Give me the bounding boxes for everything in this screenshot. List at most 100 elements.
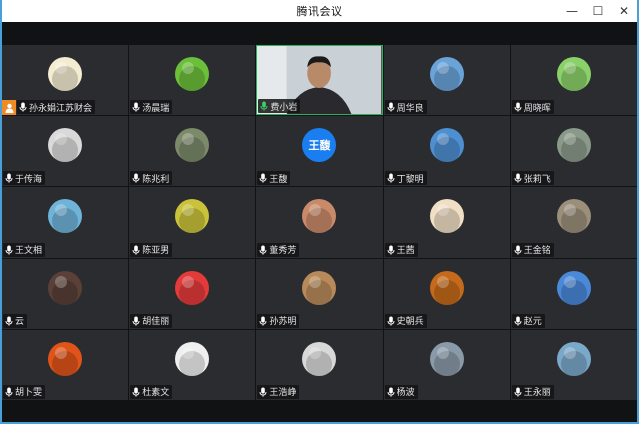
participant-name: 杜素文 <box>142 388 170 399</box>
participant-tile[interactable]: 孙永娟江苏财会 <box>2 45 129 116</box>
microphone-icon <box>5 316 15 326</box>
participant-name-tag: 王馥 <box>257 171 291 186</box>
participant-name-tag: 费小岩 <box>258 99 301 114</box>
sunflower-avatar-icon <box>48 341 83 376</box>
participant-tile[interactable]: 杨波 <box>383 329 510 400</box>
microphone-icon <box>5 387 15 397</box>
participant-name: 周晓晖 <box>523 103 551 114</box>
participant-tile[interactable]: 王馥 王馥 <box>256 116 383 187</box>
drawing-avatar-icon <box>302 199 337 234</box>
participant-name-tag: 云 <box>3 313 28 328</box>
participant-tile[interactable]: 王浩峥 <box>256 329 383 400</box>
participant-tile[interactable]: 赵元 <box>510 258 637 329</box>
participant-tile[interactable]: 胡佳丽 <box>129 258 256 329</box>
participant-name: 赵元 <box>523 317 542 328</box>
participant-name: 汤晨瑞 <box>142 103 170 114</box>
participant-name: 胡佳丽 <box>142 317 170 328</box>
participant-name: 孙永娟江苏财会 <box>29 103 93 114</box>
participant-tile[interactable]: 董秀芳 <box>256 187 383 258</box>
participant-grid: 孙永娟江苏财会 汤晨瑞 费小岩 周华良 周晓晖于传海陈兆利 王馥 王馥丁黎明 张莉飞王文相 陈亚… <box>2 45 637 400</box>
participant-name: 王金铭 <box>523 246 551 257</box>
microphone-icon <box>259 316 269 326</box>
participant-tile[interactable]: 张莉飞 <box>510 116 637 187</box>
title-bar: 腾讯会议 — ☐ ✕ <box>2 0 637 22</box>
participant-tile[interactable]: 费小岩 <box>256 45 383 116</box>
participant-name-tag: 杨波 <box>384 384 418 399</box>
microphone-icon <box>132 173 142 183</box>
participant-tile[interactable]: 史朝兵 <box>383 258 510 329</box>
microphone-icon <box>259 173 269 183</box>
participant-name: 周华良 <box>396 103 424 114</box>
participant-tile[interactable]: 王永丽 <box>510 329 637 400</box>
participant-name: 王馥 <box>269 174 288 185</box>
minimize-button[interactable]: — <box>559 0 585 22</box>
participant-name: 胡卜雯 <box>15 388 43 399</box>
microphone-icon <box>514 387 524 397</box>
maximize-button[interactable]: ☐ <box>585 0 611 22</box>
participant-name-tag: 陈兆利 <box>130 171 173 186</box>
participant-name-tag: 杜素文 <box>130 384 173 399</box>
landscape-avatar-icon <box>429 128 464 163</box>
participant-name-tag: 王永丽 <box>511 384 554 399</box>
participant-tile[interactable]: 于传海 <box>2 116 129 187</box>
participant-tile[interactable]: 王文相 <box>2 187 129 258</box>
participant-name: 董秀芳 <box>269 246 297 257</box>
participant-tile[interactable]: 陈兆利 <box>129 116 256 187</box>
microphone-icon <box>387 245 397 255</box>
participant-name-tag: 陈亚男 <box>130 242 173 257</box>
participant-tile[interactable]: 云 <box>2 258 129 329</box>
participant-name-tag: 周晓晖 <box>511 100 554 115</box>
participant-name-tag: 王茜 <box>384 242 418 257</box>
participant-tile[interactable]: 丁黎明 <box>383 116 510 187</box>
microphone-icon <box>260 101 270 111</box>
participant-name: 陈亚男 <box>142 246 170 257</box>
top-toolbar <box>2 22 637 45</box>
participant-name: 杨波 <box>396 388 415 399</box>
participant-name: 王文相 <box>15 246 43 257</box>
participant-name-tag: 胡卜雯 <box>3 384 46 399</box>
participant-tile[interactable]: 周晓晖 <box>510 45 637 116</box>
window-title: 腾讯会议 <box>296 5 343 18</box>
participant-tile[interactable]: 陈亚男 <box>129 187 256 258</box>
participant-name-tag: 汤晨瑞 <box>130 100 173 115</box>
meeting-window: 腾讯会议 — ☐ ✕ 孙永娟江苏财会 汤晨瑞 费小岩 周华良 周晓晖于传海陈兆利 王馥 王馥… <box>0 0 639 424</box>
microphone-icon <box>19 102 29 112</box>
participant-name-tag: 王浩峥 <box>257 384 300 399</box>
microphone-icon <box>514 102 524 112</box>
participant-tile[interactable]: 胡卜雯 <box>2 329 129 400</box>
participant-name-tag: 丁黎明 <box>384 171 427 186</box>
lake-avatar-icon <box>429 341 464 376</box>
microphone-icon <box>387 173 397 183</box>
participant-name-tag: 董秀芳 <box>257 242 300 257</box>
kids-avatar-icon <box>556 341 591 376</box>
participant-name: 陈兆利 <box>142 174 170 185</box>
beach-avatar-icon <box>48 199 83 234</box>
participant-name: 云 <box>15 317 25 328</box>
bw-cartoon-avatar-icon <box>302 341 337 376</box>
town-avatar-icon <box>302 270 337 305</box>
microphone-icon <box>259 245 269 255</box>
cartoon-avatar-icon <box>556 57 591 91</box>
microphone-icon <box>132 245 142 255</box>
participant-name: 孙苏明 <box>269 317 297 328</box>
bottom-toolbar <box>2 400 637 422</box>
cartoon-girl-avatar-icon <box>175 270 210 305</box>
participant-tile[interactable]: 王金铭 <box>510 187 637 258</box>
dog-avatar-icon <box>48 128 83 163</box>
participant-tile[interactable]: 孙苏明 <box>256 258 383 329</box>
participant-name: 丁黎明 <box>396 174 424 185</box>
participant-tile[interactable]: 汤晨瑞 <box>129 45 256 116</box>
microphone-icon <box>5 173 15 183</box>
participant-tile[interactable]: 杜素文 <box>129 329 256 400</box>
participant-tile[interactable]: 王茜 <box>383 187 510 258</box>
participant-tile[interactable]: 周华良 <box>383 45 510 116</box>
microphone-icon <box>132 387 142 397</box>
participant-name-tag: 赵元 <box>511 313 545 328</box>
microphone-icon <box>387 316 397 326</box>
microphone-icon <box>514 173 524 183</box>
close-button[interactable]: ✕ <box>611 0 637 22</box>
participant-name: 王茜 <box>396 246 415 257</box>
host-badge-icon <box>2 100 16 116</box>
participant-name: 张莉飞 <box>523 174 551 185</box>
microphone-icon <box>387 102 397 112</box>
